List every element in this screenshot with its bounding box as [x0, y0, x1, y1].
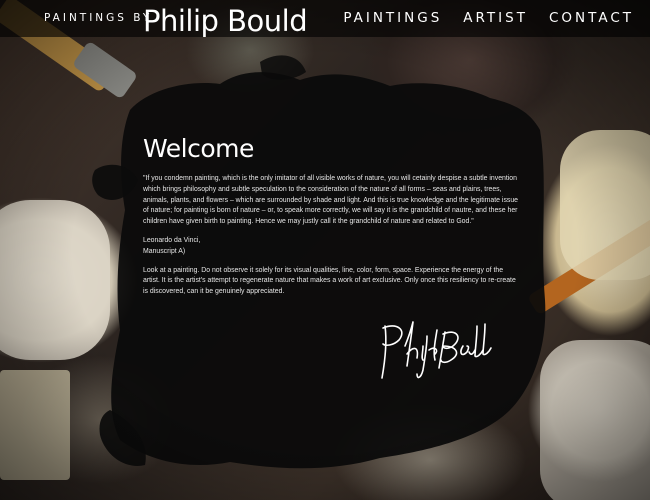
nav-item-artist[interactable]: ARTIST: [463, 10, 528, 26]
site-header: PAINTINGS BY Philip Bould PAINTINGS ARTI…: [0, 0, 650, 38]
page: PAINTINGS BY Philip Bould PAINTINGS ARTI…: [0, 0, 650, 500]
artist-statement: Look at a painting. Do not observe it so…: [143, 266, 516, 296]
attribution-source: Manuscript A): [143, 247, 186, 255]
quote-attribution: Leonardo da Vinci, Manuscript A): [143, 236, 521, 258]
brand-logo-link[interactable]: Philip Bould: [143, 1, 308, 41]
signature-icon: [381, 321, 492, 379]
quote-paragraph: "If you condemn painting, which is the o…: [143, 175, 518, 226]
nav-item-paintings[interactable]: PAINTINGS: [343, 10, 442, 26]
welcome-content: Welcome "If you condemn painting, which …: [143, 132, 521, 306]
attribution-author: Leonardo da Vinci,: [143, 236, 201, 244]
brand-prefix: PAINTINGS BY: [44, 12, 153, 24]
main-nav: PAINTINGS ARTIST CONTACT: [343, 10, 634, 26]
page-title: Welcome: [143, 134, 254, 163]
nav-item-contact[interactable]: CONTACT: [549, 10, 634, 26]
